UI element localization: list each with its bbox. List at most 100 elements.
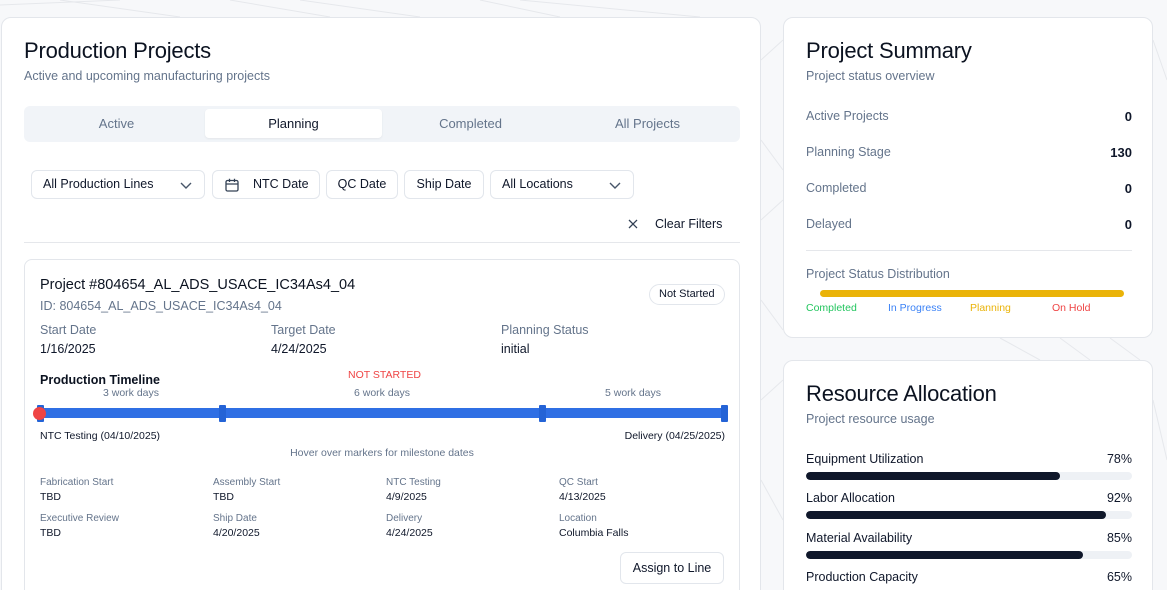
resource-value: 92%: [1106, 491, 1132, 505]
milestone-value: TBD: [213, 491, 234, 503]
page-subtitle: Active and upcoming manufacturing projec…: [24, 69, 270, 83]
summary-value: 0: [1124, 217, 1132, 232]
milestone-label: Executive Review: [40, 513, 119, 524]
locations-select-value: All Locations: [502, 177, 573, 191]
milestone-value: 4/24/2025: [386, 527, 433, 539]
milestone-value: TBD: [40, 527, 61, 539]
qc-date-label: QC Date: [337, 177, 387, 191]
ship-date-label: Ship Date: [416, 177, 472, 191]
milestone-label: Ship Date: [213, 513, 257, 524]
segment-label-3: 5 work days: [605, 387, 662, 399]
legend-on-hold: On Hold: [1052, 302, 1091, 314]
timeline-start-label: NTC Testing (04/10/2025): [40, 430, 161, 442]
qc-date-filter[interactable]: QC Date: [326, 170, 398, 199]
summary-label: Delayed: [806, 217, 852, 231]
tab-completed[interactable]: Completed: [382, 109, 559, 138]
milestone-label: NTC Testing: [386, 477, 441, 488]
timeline-hint: Hover over markers for milestone dates: [290, 447, 474, 459]
milestone-value: TBD: [40, 491, 61, 503]
start-date-value: 1/16/2025: [40, 342, 96, 356]
target-date-value: 4/24/2025: [271, 342, 327, 356]
summary-value: 0: [1124, 109, 1132, 124]
timeline-end-label: Delivery (04/25/2025): [624, 430, 725, 442]
timeline-status: NOT STARTED: [348, 369, 421, 381]
ntc-date-label: NTC Date: [253, 177, 309, 191]
timeline-title: Production Timeline: [40, 373, 160, 387]
close-icon: [628, 219, 638, 229]
tab-all-projects[interactable]: All Projects: [559, 109, 736, 138]
project-id: ID: 804654_AL_ADS_USACE_IC34As4_04: [40, 299, 282, 313]
project-title: Project #804654_AL_ADS_USACE_IC34As4_04: [40, 277, 356, 293]
resource-value: 85%: [1106, 531, 1132, 545]
planning-status-value: initial: [501, 342, 530, 356]
target-date-label: Target Date: [271, 323, 336, 337]
summary-row-completed: Completed 0: [806, 181, 1132, 201]
resource-progress-fill: [806, 511, 1106, 519]
production-projects-card: Production Projects Active and upcoming …: [1, 17, 761, 590]
summary-title: Project Summary: [806, 38, 972, 63]
timeline-marker-ship-date[interactable]: [539, 405, 546, 422]
summary-label: Completed: [806, 181, 867, 195]
timeline-marker-delivery[interactable]: [721, 405, 728, 422]
resource-progress-fill: [806, 551, 1084, 559]
resource-title: Resource Allocation: [806, 381, 997, 406]
resource-value: 78%: [1106, 452, 1132, 466]
tab-active[interactable]: Active: [28, 109, 205, 138]
tab-planning[interactable]: Planning: [205, 109, 382, 138]
milestone-label: Delivery: [386, 513, 423, 524]
resource-label: Production Capacity: [806, 570, 918, 584]
resource-progress-track: [806, 511, 1132, 519]
project-card: Project #804654_AL_ADS_USACE_IC34As4_04 …: [24, 259, 740, 590]
page-title: Production Projects: [24, 38, 211, 63]
locations-select[interactable]: All Locations: [490, 170, 634, 199]
legend-completed: Completed: [806, 302, 857, 314]
production-lines-select-value: All Production Lines: [43, 177, 154, 191]
resource-allocation-card: Resource Allocation Project resource usa…: [783, 360, 1153, 590]
assign-to-line-button[interactable]: Assign to Line: [620, 552, 724, 584]
milestone-label: Assembly Start: [213, 477, 281, 488]
filters-divider: [24, 242, 740, 243]
project-tabs: Active Planning Completed All Projects: [24, 106, 740, 142]
summary-row-delayed: Delayed 0: [806, 217, 1132, 237]
milestone-value: 4/20/2025: [213, 527, 260, 539]
resource-progress-fill: [806, 472, 1061, 480]
segment-label-1: 3 work days: [103, 387, 160, 399]
start-date-label: Start Date: [40, 323, 97, 337]
resource-progress-track: [806, 551, 1132, 559]
status-distribution-bar: [820, 290, 1124, 297]
ship-date-filter[interactable]: Ship Date: [404, 170, 484, 199]
segment-label-2: 6 work days: [354, 387, 411, 399]
summary-divider: [806, 250, 1132, 251]
project-summary-card: Project Summary Project status overview …: [783, 17, 1153, 338]
ntc-date-filter[interactable]: NTC Date: [212, 170, 320, 199]
resource-label: Equipment Utilization: [806, 452, 924, 466]
clear-filters-label: Clear Filters: [655, 217, 723, 231]
status-badge: Not Started: [649, 284, 725, 305]
summary-label: Planning Stage: [806, 145, 891, 159]
milestone-label: QC Start: [559, 477, 598, 488]
production-lines-select[interactable]: All Production Lines: [31, 170, 205, 199]
legend-planning: Planning: [970, 302, 1011, 314]
summary-row-active: Active Projects 0: [806, 109, 1132, 129]
milestone-value: Columbia Falls: [559, 527, 629, 539]
timeline-track: [37, 408, 725, 418]
summary-value: 0: [1124, 181, 1132, 196]
chevron-down-icon: [609, 182, 621, 189]
summary-subtitle: Project status overview: [806, 69, 935, 83]
timeline-current-marker[interactable]: [33, 407, 46, 420]
summary-row-planning: Planning Stage 130: [806, 145, 1132, 165]
legend-in-progress: In Progress: [888, 302, 942, 314]
milestone-label: Fabrication Start: [40, 477, 114, 488]
summary-label: Active Projects: [806, 109, 889, 123]
milestone-value: 4/13/2025: [559, 491, 606, 503]
planning-status-label: Planning Status: [501, 323, 589, 337]
resource-label: Material Availability: [806, 531, 913, 545]
chevron-down-icon: [180, 182, 192, 189]
summary-value: 130: [1110, 145, 1132, 160]
timeline-marker-qc-start[interactable]: [219, 405, 226, 422]
milestone-label: Location: [559, 513, 597, 524]
resource-value: 65%: [1106, 570, 1132, 584]
resource-label: Labor Allocation: [806, 491, 895, 505]
calendar-icon: [225, 178, 239, 192]
resource-subtitle: Project resource usage: [806, 412, 935, 426]
